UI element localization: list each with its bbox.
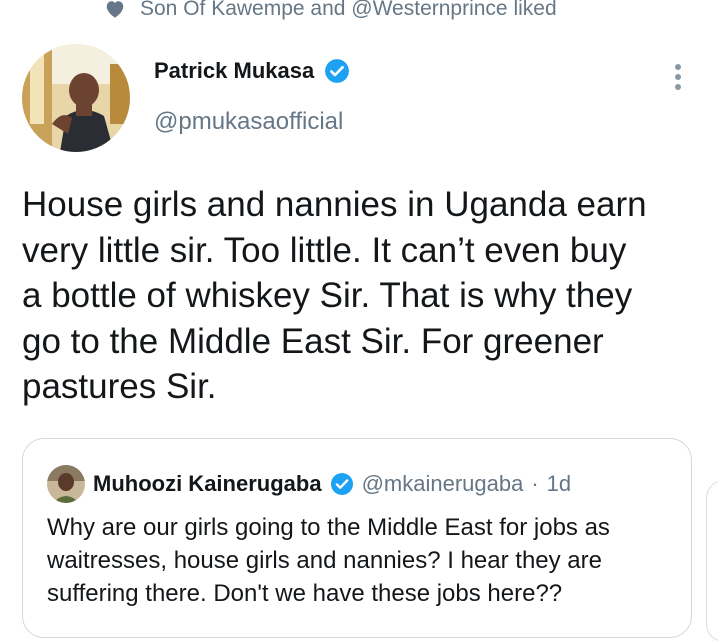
edge-card-fragment (706, 480, 718, 642)
author-avatar[interactable] (22, 44, 130, 152)
separator-dot: · (531, 471, 539, 496)
quoted-author-handle[interactable]: @mkainerugaba (362, 471, 524, 497)
avatar-image (22, 44, 130, 152)
author-name-row[interactable]: Patrick Mukasa (154, 58, 350, 84)
author-handle[interactable]: @pmukasaofficial (154, 108, 343, 136)
quoted-author-avatar[interactable] (47, 465, 85, 503)
verified-badge-icon (325, 59, 350, 83)
quoted-tweet-header: Muhoozi Kainerugaba @mkainerugaba · 1d (47, 465, 571, 503)
social-context: Son Of Kawempe and @Westernprince liked (104, 0, 557, 22)
verified-badge-icon (330, 473, 353, 495)
author-display-name[interactable]: Patrick Mukasa (154, 58, 314, 84)
quoted-author-name[interactable]: Muhoozi Kainerugaba (93, 471, 322, 497)
tweet-text: House girls and nannies in Uganda earn v… (22, 185, 647, 406)
heart-icon (106, 1, 124, 18)
quoted-tweet-text: Why are our girls going to the Middle Ea… (47, 514, 610, 607)
social-context-text: Son Of Kawempe and @Westernprince liked (140, 0, 557, 20)
quoted-tweet-time[interactable]: 1d (547, 471, 571, 497)
quoted-tweet-card[interactable]: Muhoozi Kainerugaba @mkainerugaba · 1d W… (22, 438, 692, 638)
more-vertical-icon[interactable] (668, 62, 688, 92)
